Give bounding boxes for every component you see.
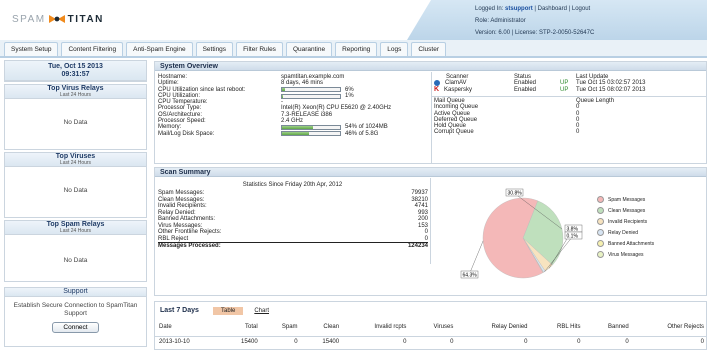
legend-item: Invalid Recipients [597,216,654,227]
dashboard-link[interactable]: Dashboard [538,6,567,12]
current-time: 09:31:57 [61,71,90,78]
scan-summary-title: Scan Summary [155,168,706,177]
pie-label: 3.8% [567,226,579,232]
tab-cluster[interactable]: Cluster [411,42,446,56]
scan-stats-list: Spam Messages: 79937 Clean Messages: 38210… [158,190,428,249]
last-7-days-table: Date Total Spam Clean Invalid rcpts Viru… [155,318,706,347]
messages-processed-total: Messages Processed: 124234 [158,242,428,249]
pie-label-leader [468,240,484,276]
main-tabbar: System Setup Content Filtering Anti-Spam… [0,40,707,58]
pie-legend: Spam Messages Clean Messages Invalid Rec… [597,194,654,260]
table-row: 2013-10-10 15400 0 15400 0 0 0 0 0 0 [159,338,704,345]
tab-anti-spam-engine[interactable]: Anti-Spam Engine [126,42,193,56]
scan-summary-panel: Scan Summary Statistics Since Friday 20t… [154,167,707,296]
tab-content-filtering[interactable]: Content Filtering [61,42,124,56]
scanner-row: K Kaspersky Enabled UP Tue Oct 15 08:02:0… [434,85,646,93]
connect-button[interactable]: Connect [52,322,99,333]
queue-row: Corrupt Queue 0 [434,129,580,136]
username: stsupport [505,6,533,12]
date-box: Tue, Oct 15 2013 09:31:57 [4,60,147,82]
scan-pie-chart: 64.3% 30.8% 3.8%0.1% [460,188,583,278]
cpu-since-reboot-bar [281,87,341,93]
chart-tab[interactable]: Chart [246,307,278,315]
logo-mark-icon [48,15,65,23]
top-virus-relays-box: Top Virus Relays Last 24 Hours No Data [4,84,147,150]
user-panel: Logged In: stsupport | Dashboard | Logou… [407,0,707,40]
top-viruses-box: Top Viruses Last 24 Hours No Data [4,152,147,218]
legend-item: Virus Messages [597,249,654,260]
system-overview-title: System Overview [155,62,706,71]
tab-filter-rules[interactable]: Filter Rules [236,42,283,56]
app-header: SPAM TITAN Logged In: stsupport | Dashbo… [0,0,707,40]
pie-label: 64.3% [463,272,478,278]
legend-item: Clean Messages [597,205,654,216]
tab-quarantine[interactable]: Quarantine [285,42,333,56]
current-date: Tue, Oct 15 2013 [48,63,103,70]
role-text: Role: Administrator [475,18,526,24]
legend-item: Relay Denied [597,227,654,238]
divider [431,72,432,163]
legend-item: Spam Messages [597,194,654,205]
cpu-utilization-bar [281,93,341,99]
system-overview-panel: System Overview Hostname: spamtitan.examp… [154,61,707,164]
logout-link[interactable]: Logout [572,6,590,12]
disk-space-bar [281,131,341,137]
tab-settings[interactable]: Settings [195,42,234,56]
tab-logs[interactable]: Logs [380,42,409,56]
kaspersky-icon: K [434,85,440,93]
table-tab[interactable]: Table [213,307,244,315]
version-text: Version: 6.00 [475,30,511,36]
scanner-table: Scanner Status Last Update ClamAV Enable… [434,74,704,93]
pie-label: 0.1% [567,233,579,239]
legend-item: Banned Attachments [597,238,654,249]
last-7-days-panel: Last 7 Days Table Chart Date Total Spam … [154,301,707,350]
top-spam-relays-box: Top Spam Relays Last 24 Hours No Data [4,220,147,282]
overview-list: Hostname: spamtitan.example.com Uptime: 8 … [158,74,392,137]
mail-queue-table: Mail Queue Queue Length Incoming Queue 0 A… [434,98,704,136]
memory-bar [281,125,341,131]
spamtitan-logo: SPAM TITAN [12,13,104,25]
license-text: License: STP-2-0050-52647C [514,30,595,36]
support-box: Support Establish Secure Connection to S… [4,287,147,347]
last-7-days-title: Last 7 Days [160,307,199,314]
pie-label: 30.8% [508,190,523,196]
tab-system-setup[interactable]: System Setup [4,42,59,56]
stats-since: Statistics Since Friday 20th Apr, 2012 [242,182,343,188]
tab-reporting[interactable]: Reporting [335,42,378,56]
